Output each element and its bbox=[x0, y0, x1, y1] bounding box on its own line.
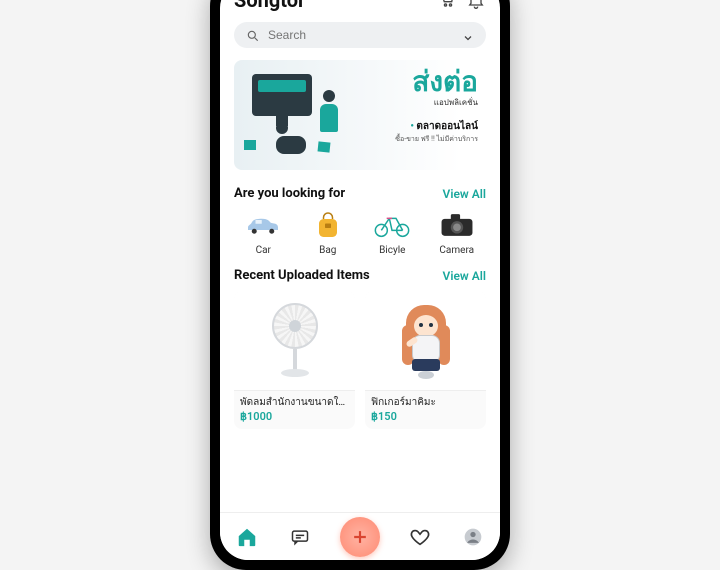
category-bag[interactable]: Bag bbox=[299, 209, 358, 256]
nav-chat-icon[interactable] bbox=[286, 523, 314, 551]
banner-line3: ซื้อ-ขาย ฟรี !! ไม่มีค่าบริการ bbox=[367, 134, 478, 145]
category-label: Bicyle bbox=[379, 245, 405, 256]
item-card-fan[interactable]: พัดลมสำนักงานขนาดใหญ่ ฿1000 bbox=[234, 291, 355, 429]
promo-banner[interactable]: ส่งต่อ แอปพลิเคชั่น ตลาดออนไลน์ ซื้อ-ขาย… bbox=[234, 60, 486, 170]
header-icons bbox=[438, 0, 486, 10]
main-content: Are you looking for View All Car Bag bbox=[220, 180, 500, 512]
banner-headline: ส่งต่อ bbox=[367, 68, 478, 96]
nav-home-icon[interactable] bbox=[233, 523, 261, 551]
recent-title: Recent Uploaded Items bbox=[234, 268, 370, 283]
banner-text: ส่งต่อ แอปพลิเคชั่น ตลาดออนไลน์ ซื้อ-ขาย… bbox=[367, 60, 486, 170]
phone-frame: Songtor bbox=[210, 0, 510, 570]
banner-illustration bbox=[234, 60, 367, 170]
bell-icon[interactable] bbox=[466, 0, 486, 10]
item-price: ฿150 bbox=[365, 410, 486, 429]
categories-row: Car Bag Bicyle bbox=[234, 209, 486, 256]
bag-icon bbox=[308, 209, 348, 241]
category-camera[interactable]: Camera bbox=[428, 209, 487, 256]
app-screen: Songtor bbox=[220, 0, 500, 560]
item-name: ฟิกเกอร์มาคิมะ bbox=[365, 391, 486, 410]
item-image bbox=[234, 291, 355, 391]
category-label: Bag bbox=[319, 245, 336, 256]
category-label: Camera bbox=[439, 245, 474, 256]
app-header: Songtor bbox=[220, 0, 500, 14]
cart-icon[interactable] bbox=[438, 0, 458, 10]
categories-header: Are you looking for View All bbox=[234, 186, 486, 201]
search-bar[interactable] bbox=[234, 22, 486, 48]
search-input[interactable] bbox=[268, 28, 454, 42]
bottom-nav bbox=[220, 512, 500, 560]
item-name: พัดลมสำนักงานขนาดใหญ่ bbox=[234, 391, 355, 410]
item-card-figure[interactable]: ฟิกเกอร์มาคิมะ ฿150 bbox=[365, 291, 486, 429]
nav-profile-icon[interactable] bbox=[459, 523, 487, 551]
item-image bbox=[365, 291, 486, 391]
category-label: Car bbox=[256, 245, 271, 256]
category-bicycle[interactable]: Bicyle bbox=[363, 209, 422, 256]
recent-view-all[interactable]: View All bbox=[443, 269, 486, 283]
chevron-down-icon[interactable] bbox=[462, 29, 474, 41]
camera-icon bbox=[437, 209, 477, 241]
categories-title: Are you looking for bbox=[234, 186, 345, 201]
categories-view-all[interactable]: View All bbox=[443, 187, 486, 201]
banner-line2: ตลาดออนไลน์ bbox=[367, 119, 478, 134]
recent-items-row: พัดลมสำนักงานขนาดใหญ่ ฿1000 ฟิกเกอร์มาคิ… bbox=[234, 291, 486, 429]
recent-header: Recent Uploaded Items View All bbox=[234, 268, 486, 283]
app-title: Songtor bbox=[234, 0, 305, 12]
item-price: ฿1000 bbox=[234, 410, 355, 429]
category-car[interactable]: Car bbox=[234, 209, 293, 256]
bicycle-icon bbox=[372, 209, 412, 241]
nav-add-button[interactable] bbox=[340, 517, 380, 557]
nav-favorites-icon[interactable] bbox=[406, 523, 434, 551]
car-icon bbox=[243, 209, 283, 241]
search-icon bbox=[246, 28, 260, 42]
